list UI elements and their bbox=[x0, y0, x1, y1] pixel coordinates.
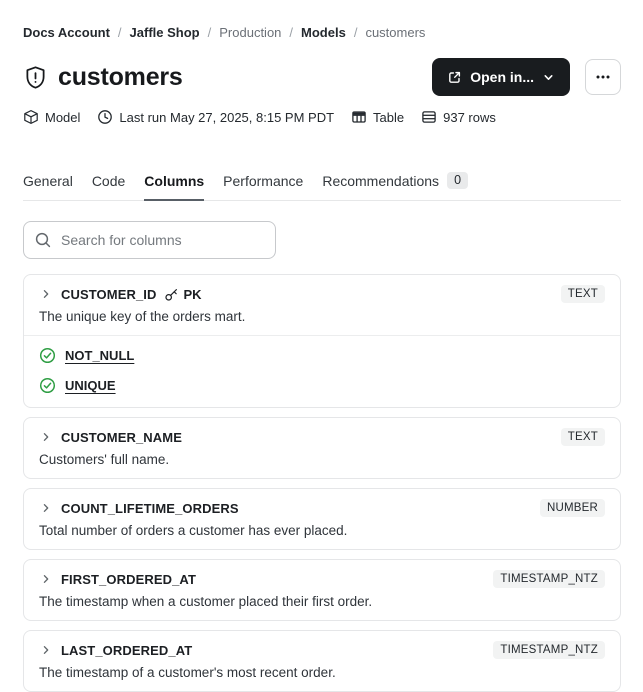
column-card: LAST_ORDERED_AT TIMESTAMP_NTZ The timest… bbox=[23, 630, 621, 692]
tab[interactable]: Columns bbox=[144, 172, 205, 201]
column-header[interactable]: COUNT_LIFETIME_ORDERS NUMBER bbox=[39, 499, 605, 517]
column-header[interactable]: CUSTOMER_NAME TEXT bbox=[39, 428, 605, 446]
column-description: The timestamp when a customer placed the… bbox=[39, 594, 373, 609]
column-card: COUNT_LIFETIME_ORDERS NUMBER Total numbe… bbox=[23, 488, 621, 550]
column-card-main: COUNT_LIFETIME_ORDERS NUMBER Total numbe… bbox=[24, 489, 620, 549]
column-name: CUSTOMER_ID bbox=[61, 286, 157, 302]
chevron-right-icon[interactable] bbox=[39, 501, 53, 515]
meta-label: Model bbox=[45, 109, 81, 125]
column-name: CUSTOMER_NAME bbox=[61, 429, 182, 445]
column-name: LAST_ORDERED_AT bbox=[61, 642, 193, 658]
header-actions: Open in... bbox=[432, 58, 621, 96]
shield-alert-icon bbox=[23, 64, 48, 91]
column-card-main: FIRST_ORDERED_AT TIMESTAMP_NTZ The times… bbox=[24, 560, 620, 620]
model-cube-icon bbox=[23, 109, 39, 125]
column-name: FIRST_ORDERED_AT bbox=[61, 571, 196, 587]
column-type-badge: TEXT bbox=[560, 285, 605, 303]
chevron-right-icon[interactable] bbox=[39, 572, 53, 586]
chevron-right-icon[interactable] bbox=[39, 430, 53, 444]
breadcrumb-item[interactable]: Docs Account bbox=[23, 25, 110, 41]
breadcrumb-separator: / bbox=[117, 25, 122, 40]
tab-label: General bbox=[23, 172, 73, 189]
column-header[interactable]: CUSTOMER_ID PK TEXT bbox=[39, 285, 605, 303]
column-name: COUNT_LIFETIME_ORDERS bbox=[61, 500, 239, 516]
external-link-icon bbox=[447, 70, 462, 85]
breadcrumb-item[interactable]: customers bbox=[365, 25, 425, 41]
column-card: CUSTOMER_NAME TEXT Customers' full name. bbox=[23, 417, 621, 479]
test-link[interactable]: NOT_NULL bbox=[65, 348, 134, 363]
breadcrumb-item[interactable]: Production bbox=[219, 25, 281, 41]
meta-item-type: Model bbox=[23, 109, 80, 125]
column-type-badge: TIMESTAMP_NTZ bbox=[493, 570, 605, 588]
primary-key-indicator: PK bbox=[164, 286, 202, 302]
column-header[interactable]: FIRST_ORDERED_AT TIMESTAMP_NTZ bbox=[39, 570, 605, 588]
tab-label: Performance bbox=[223, 172, 304, 189]
column-type-badge: TIMESTAMP_NTZ bbox=[493, 641, 605, 659]
key-icon bbox=[164, 287, 179, 302]
chevron-right-icon[interactable] bbox=[39, 643, 53, 657]
chevron-down-icon bbox=[542, 71, 555, 84]
column-type-badge: NUMBER bbox=[539, 499, 605, 517]
search-wrap bbox=[23, 221, 276, 259]
model-detail-page: Docs Account / Jaffle Shop / Production … bbox=[0, 0, 643, 692]
column-header[interactable]: LAST_ORDERED_AT TIMESTAMP_NTZ bbox=[39, 641, 605, 659]
meta-item-last-run: Last run May 27, 2025, 8:15 PM PDT bbox=[97, 109, 334, 125]
meta-row: Model Last run May 27, 2025, 8:15 PM PDT bbox=[23, 109, 621, 125]
database-rows-icon bbox=[421, 109, 437, 125]
tab[interactable]: Recommendations 0 bbox=[322, 172, 469, 201]
breadcrumb: Docs Account / Jaffle Shop / Production … bbox=[23, 25, 621, 41]
column-card-main: CUSTOMER_NAME TEXT Customers' full name. bbox=[24, 418, 620, 478]
column-tests: NOT_NULL UNIQUE bbox=[24, 335, 620, 407]
column-card-main: LAST_ORDERED_AT TIMESTAMP_NTZ The timest… bbox=[24, 631, 620, 691]
column-description: The timestamp of a customer's most recen… bbox=[39, 665, 336, 680]
column-description: Customers' full name. bbox=[39, 452, 170, 467]
pk-label: PK bbox=[183, 286, 202, 302]
column-card: FIRST_ORDERED_AT TIMESTAMP_NTZ The times… bbox=[23, 559, 621, 621]
breadcrumb-item[interactable]: Jaffle Shop bbox=[130, 25, 200, 41]
check-circle-icon bbox=[39, 377, 56, 394]
column-card: CUSTOMER_ID PK TEXT The unique key of th… bbox=[23, 274, 621, 408]
open-in-label: Open in... bbox=[470, 69, 534, 85]
tab-label: Columns bbox=[144, 172, 205, 189]
column-list: CUSTOMER_ID PK TEXT The unique key of th… bbox=[23, 274, 621, 692]
search-input[interactable] bbox=[23, 221, 276, 259]
test-row: UNIQUE bbox=[39, 377, 605, 394]
tab-label: Recommendations bbox=[322, 172, 440, 189]
test-row: NOT_NULL bbox=[39, 347, 605, 364]
tab[interactable]: Performance bbox=[223, 172, 303, 201]
meta-label: 937 rows bbox=[443, 109, 496, 125]
meta-label: Table bbox=[373, 109, 405, 125]
tab-count-badge: 0 bbox=[447, 172, 469, 189]
breadcrumb-separator: / bbox=[353, 25, 358, 40]
meta-item-row-count: 937 rows bbox=[421, 109, 496, 125]
chevron-right-icon[interactable] bbox=[39, 287, 53, 301]
tab[interactable]: General bbox=[23, 172, 73, 201]
page-header: customers Open in... bbox=[23, 58, 621, 96]
search-icon bbox=[34, 231, 52, 249]
ellipsis-icon bbox=[595, 69, 611, 85]
test-link[interactable]: UNIQUE bbox=[65, 378, 116, 393]
tab-bar: General Code Columns Performance Recomme… bbox=[23, 172, 621, 201]
page-title: customers bbox=[58, 62, 183, 91]
breadcrumb-item[interactable]: Models bbox=[301, 25, 346, 41]
open-in-button[interactable]: Open in... bbox=[432, 58, 570, 96]
meta-label: Last run May 27, 2025, 8:15 PM PDT bbox=[119, 109, 335, 125]
title-wrap: customers bbox=[23, 63, 183, 92]
tab-label: Code bbox=[91, 172, 126, 189]
check-circle-icon bbox=[39, 347, 56, 364]
clock-icon bbox=[97, 109, 113, 125]
breadcrumb-separator: / bbox=[207, 25, 212, 40]
meta-item-materialization: Table bbox=[351, 109, 404, 125]
table-icon bbox=[351, 109, 367, 125]
tab[interactable]: Code bbox=[92, 172, 125, 201]
column-description: The unique key of the orders mart. bbox=[39, 309, 246, 324]
column-description: Total number of orders a customer has ev… bbox=[39, 523, 348, 538]
more-options-button[interactable] bbox=[585, 59, 621, 95]
column-type-badge: TEXT bbox=[560, 428, 605, 446]
breadcrumb-separator: / bbox=[289, 25, 294, 40]
column-card-main: CUSTOMER_ID PK TEXT The unique key of th… bbox=[24, 275, 620, 335]
